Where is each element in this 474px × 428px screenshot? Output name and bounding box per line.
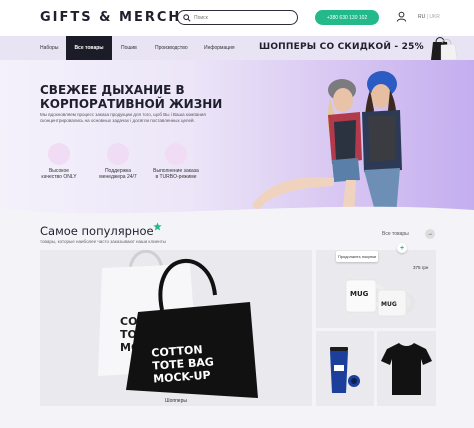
hero-title-line-1: СВЕЖЕЕ ДЫХАНИЕ В (40, 83, 185, 97)
card-caption: Шопперы (165, 398, 187, 404)
hero-description: Мы вдохновляем процесс заказа продукции … (40, 112, 206, 123)
feature-support: Поддержка менеджера 24/7 (88, 143, 148, 180)
feature-turbo: Выполнение заказа в TURBO-режиме (146, 143, 206, 180)
site-logo[interactable]: GIFTS & MERCH (40, 10, 181, 25)
language-switcher[interactable]: RU | UKR (418, 14, 440, 20)
nav-item-all-products[interactable]: Все товары (66, 36, 112, 60)
nav-item-sewing[interactable]: Пошив (121, 36, 137, 60)
tote-bag-image (431, 37, 458, 60)
tote-bag-image: COTTON TOTE BAG MOCK-UP COTTON TOTE BAG … (98, 250, 258, 398)
lang-ru[interactable]: RU (418, 14, 425, 20)
continue-shopping-tooltip[interactable]: Продолжить покупки (336, 251, 378, 262)
feature-label: менеджера 24/7 (99, 174, 137, 180)
product-card-shoppers[interactable]: COTTON TOTE BAG MOCK-UP COTTON TOTE BAG … (40, 250, 312, 406)
hero-models-image (252, 71, 402, 215)
feature-quality-icon (48, 143, 70, 165)
product-price: 375 грн (413, 265, 429, 270)
feature-label: в TURBO-режиме (155, 174, 197, 180)
nav-item-sets[interactable]: Наборы (40, 36, 58, 60)
hero-title: СВЕЖЕЕ ДЫХАНИЕ В КОРПОРАТИВНОЙ ЖИЗНИ (40, 83, 240, 111)
search-input[interactable] (194, 14, 289, 21)
phone-button[interactable]: +380 630 130 102 (315, 10, 379, 25)
feature-support-icon (107, 143, 129, 165)
nav-item-info[interactable]: Информация (204, 36, 235, 60)
star-icon (153, 222, 162, 231)
all-products-link[interactable]: Все товары (382, 231, 409, 237)
mug-text: MUG (350, 290, 369, 298)
tumbler-image (330, 347, 360, 393)
product-card-tshirts[interactable] (377, 331, 436, 406)
arrow-right-icon[interactable]: → (425, 229, 435, 239)
tshirt-image (381, 343, 432, 395)
product-card-tumblers[interactable] (316, 331, 374, 406)
nav-item-production[interactable]: Производство (155, 36, 188, 60)
feature-quality: Высокое качество ONLY (29, 143, 89, 180)
add-to-cart-icon[interactable]: + (397, 243, 407, 253)
page-bottom (0, 408, 474, 428)
promo-banner-text[interactable]: ШОППЕРЫ СО СКИДКОЙ - 25% (259, 42, 424, 52)
mug-text-2: MUG (381, 301, 397, 308)
user-icon[interactable] (396, 11, 407, 22)
hero-title-line-2: КОРПОРАТИВНОЙ ЖИЗНИ (40, 97, 223, 111)
section-subtitle: товары, которые наиболее часто заказываю… (40, 239, 166, 244)
feature-label: качество ONLY (41, 174, 77, 180)
search-icon (183, 13, 191, 22)
lang-ukr[interactable]: UKR (429, 14, 440, 20)
section-title: Самое популярное (40, 224, 154, 238)
feature-turbo-icon (165, 143, 187, 165)
search-bar[interactable] (177, 10, 298, 25)
